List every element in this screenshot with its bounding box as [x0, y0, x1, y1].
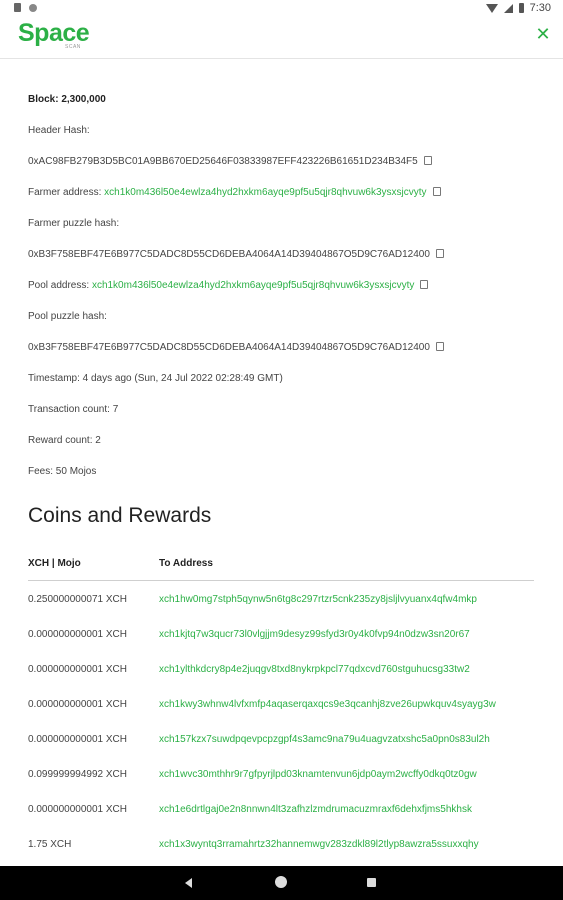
coin-amount: 0.000000000001 XCH [28, 734, 127, 745]
timestamp-row: Timestamp: 4 days ago (Sun, 24 Jul 2022 … [28, 373, 283, 384]
wifi-icon [485, 3, 498, 13]
coin-address-link[interactable]: xch1e6drtlgaj0e2n8nnwn4lt3zafhzlzmdrumac… [159, 804, 472, 815]
recent-apps-icon[interactable] [367, 878, 376, 887]
block-value: 2,300,000 [61, 94, 106, 105]
coin-amount: 0.000000000001 XCH [28, 629, 127, 640]
copy-icon[interactable] [435, 249, 444, 258]
logo-text: Space [18, 19, 90, 47]
pool-puzzle-hash-label: Pool puzzle hash: [28, 311, 107, 322]
pool-puzzle-hash-row: 0xB3F758EBF47E6B977C5DADC8D55CD6DEBA4064… [28, 342, 444, 353]
copy-icon[interactable] [420, 280, 429, 289]
timestamp-value: 4 days ago (Sun, 24 Jul 2022 02:28:49 GM… [82, 373, 283, 384]
notification-doc-icon [14, 3, 21, 12]
farmer-address-row: Farmer address: xch1k0m436l50e4ewlza4hyd… [28, 187, 441, 198]
farmer-address-label: Farmer address: [28, 187, 102, 198]
coin-amount: 0.250000000071 XCH [28, 594, 127, 605]
fees-label: Fees: [28, 466, 54, 477]
status-indicators: 7:30 [485, 2, 551, 14]
copy-icon[interactable] [432, 187, 441, 196]
battery-icon [518, 3, 524, 13]
header-hash-value: 0xAC98FB279B3D5BC01A9BB670ED25646F038339… [28, 156, 418, 167]
coin-address-link[interactable]: xch1kjtq7w3qucr73l0vlgjjm9desyz99sfyd3r0… [159, 629, 470, 640]
block-label: Block: [28, 94, 59, 105]
fees-value: 50 Mojos [55, 466, 97, 477]
coin-amount: 0.000000000001 XCH [28, 664, 127, 675]
coin-address-link[interactable]: xch1hw0mg7stph5qynw5n6tg8c297rtzr5cnk235… [159, 594, 477, 605]
pool-address-row: Pool address: xch1k0m436l50e4ewlza4hyd2h… [28, 280, 429, 291]
coin-address-link[interactable]: xch157kzx7suwdpqevpcpzgpf4s3amc9na79u4ua… [159, 734, 490, 745]
coins-rewards-title: Coins and Rewards [28, 504, 212, 527]
app-bar: Space SCAN ✕ [0, 18, 563, 59]
reward-count-value: 2 [95, 435, 101, 446]
farmer-puzzle-hash-label: Farmer puzzle hash: [28, 218, 120, 229]
close-icon[interactable]: ✕ [533, 24, 553, 44]
pool-address-label: Pool address: [28, 280, 90, 291]
system-nav-bar [0, 866, 563, 900]
coin-address-link[interactable]: xch1kwy3whnw4lvfxmfp4aqaserqaxqcs9e3qcan… [159, 699, 496, 710]
signal-icon [503, 3, 513, 13]
coin-address-link[interactable]: xch1wvc30mthhr9r7gfpyrjlpd03knamtenvun6j… [159, 769, 477, 780]
coins-table-header: XCH | Mojo To Address [28, 558, 534, 581]
copy-icon[interactable] [423, 156, 432, 165]
column-header-amount: XCH | Mojo [28, 558, 81, 569]
block-row: Block: 2,300,000 [28, 94, 106, 105]
coin-amount: 0.099999994992 XCH [28, 769, 127, 780]
logo-subtext: SCAN [65, 44, 81, 50]
header-hash-label: Header Hash: [28, 125, 90, 136]
home-icon[interactable] [275, 876, 287, 888]
reward-count-label: Reward count: [28, 435, 93, 446]
coin-address-link[interactable]: xch1x3wyntq3rramahrtz32hannemwgv283zdkl8… [159, 839, 479, 850]
copy-icon[interactable] [435, 342, 444, 351]
notification-circle-icon [29, 3, 37, 12]
status-notifications [14, 3, 37, 12]
fees-row: Fees: 50 Mojos [28, 466, 96, 477]
reward-count-row: Reward count: 2 [28, 435, 101, 446]
transaction-count-row: Transaction count: 7 [28, 404, 118, 415]
timestamp-label: Timestamp: [28, 373, 80, 384]
status-bar: 7:30 [0, 0, 563, 18]
coin-amount: 1.75 XCH [28, 839, 72, 850]
coin-amount: 0.000000000001 XCH [28, 699, 127, 710]
farmer-puzzle-hash-value: 0xB3F758EBF47E6B977C5DADC8D55CD6DEBA4064… [28, 249, 430, 260]
status-time: 7:30 [529, 2, 551, 14]
pool-address-link[interactable]: xch1k0m436l50e4ewlza4hyd2hxkm6ayqe9pf5u5… [92, 280, 414, 291]
header-hash-row: 0xAC98FB279B3D5BC01A9BB670ED25646F038339… [28, 156, 432, 167]
farmer-puzzle-hash-row: 0xB3F758EBF47E6B977C5DADC8D55CD6DEBA4064… [28, 249, 444, 260]
app-logo[interactable]: Space SCAN [18, 19, 90, 50]
transaction-count-label: Transaction count: [28, 404, 110, 415]
coin-amount: 0.000000000001 XCH [28, 804, 127, 815]
column-header-address: To Address [159, 558, 213, 569]
farmer-address-link[interactable]: xch1k0m436l50e4ewlza4hyd2hxkm6ayqe9pf5u5… [104, 187, 426, 198]
pool-puzzle-hash-value: 0xB3F758EBF47E6B977C5DADC8D55CD6DEBA4064… [28, 342, 430, 353]
coin-address-link[interactable]: xch1ylthkdcry8p4e2juqgv8txd8nykrpkpcl77q… [159, 664, 470, 675]
transaction-count-value: 7 [112, 404, 119, 415]
back-icon[interactable] [185, 878, 192, 888]
